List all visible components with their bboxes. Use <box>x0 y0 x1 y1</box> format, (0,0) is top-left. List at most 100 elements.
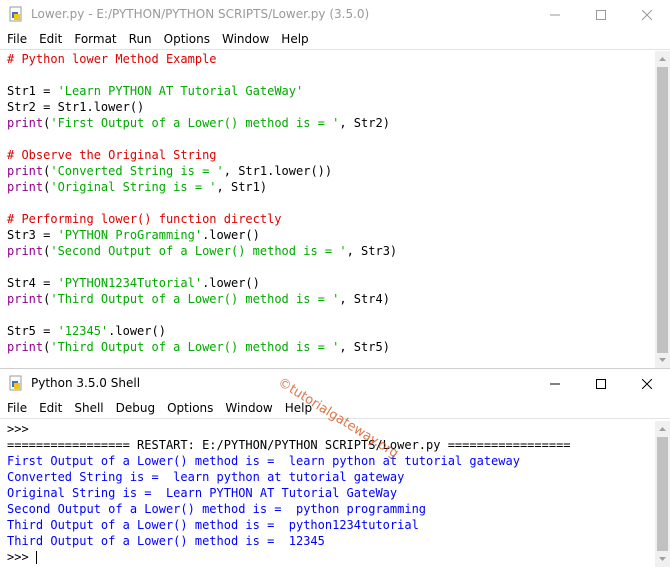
active-prompt-line[interactable]: >>> <box>0 549 655 565</box>
output-line: Converted String is = learn python at tu… <box>7 470 405 484</box>
close-button[interactable] <box>624 0 670 29</box>
editor-titlebar[interactable]: Lower.py - E:/PYTHON/PYTHON SCRIPTS/Lowe… <box>0 0 670 29</box>
code-token: 'First Output of a Lower() method is = ' <box>50 116 340 130</box>
code-line: Str2 = Str1.lower() <box>0 99 655 115</box>
editor-menu-help[interactable]: Help <box>275 32 314 46</box>
code-line: Str3 = 'PYTHON ProGramming'.lower() <box>0 227 655 243</box>
editor-menu-edit[interactable]: Edit <box>33 32 68 46</box>
scroll-up-arrow-icon[interactable] <box>655 421 670 436</box>
shell-minimize-button[interactable] <box>532 369 578 398</box>
code-token: Str1 = <box>7 84 58 98</box>
shell-menu-options[interactable]: Options <box>161 401 219 415</box>
code-token: , Str3) <box>346 244 398 258</box>
editor-title: Lower.py - E:/PYTHON/PYTHON SCRIPTS/Lowe… <box>31 7 370 21</box>
maximize-icon <box>596 378 606 389</box>
editor-menubar: File Edit Format Run Options Window Help <box>0 29 670 49</box>
close-icon <box>642 9 652 20</box>
code-token: .lower() <box>108 324 166 338</box>
code-token: 'Original String is = ' <box>50 180 217 194</box>
code-line: # Python lower Method Example <box>0 51 655 67</box>
code-line: print('Original String is = ', Str1) <box>0 179 655 195</box>
code-line: # Observe the Original String <box>0 147 655 163</box>
code-token: Str4 = <box>7 276 58 290</box>
shell-output[interactable]: >>> ================= RESTART: E:/PYTHON/… <box>0 421 655 567</box>
minimize-button[interactable] <box>532 0 578 29</box>
code-editor[interactable]: # Python lower Method Example Str1 = 'Lea… <box>0 51 655 368</box>
scroll-down-arrow-icon[interactable] <box>655 552 670 567</box>
python-file-icon <box>9 6 22 22</box>
output-line: Third Output of a Lower() method is = 12… <box>7 534 325 548</box>
editor-menu-run[interactable]: Run <box>123 32 158 46</box>
output-line: Second Output of a Lower() method is = p… <box>7 502 427 516</box>
editor-scrollbar[interactable] <box>655 51 670 368</box>
code-token: , Str5) <box>339 340 390 354</box>
prompt-line: >>> <box>7 422 29 436</box>
code-token: .lower() <box>202 228 260 242</box>
code-token: # Observe the Original String <box>7 148 217 162</box>
python-shell-icon <box>9 375 22 391</box>
shell-scrollbar[interactable] <box>655 421 670 567</box>
shell-menu-shell[interactable]: Shell <box>68 401 109 415</box>
shell-menu-debug[interactable]: Debug <box>110 401 161 415</box>
output-line: Third Output of a Lower() method is = py… <box>7 518 419 532</box>
code-line: # Performing lower() function directly <box>0 211 655 227</box>
code-token: , Str4) <box>339 292 390 306</box>
code-token: 'PYTHON ProGramming' <box>57 228 203 242</box>
shell-prompt: >>> <box>7 550 36 564</box>
code-token: print <box>7 180 44 194</box>
code-token: 'Converted String is = ' <box>50 164 224 178</box>
scroll-up-arrow-icon[interactable] <box>655 51 670 66</box>
code-token: Str3 = <box>7 228 58 242</box>
code-token: 'Second Output of a Lower() method is = … <box>50 244 347 258</box>
editor-menu-window[interactable]: Window <box>216 32 275 46</box>
shell-menu-edit[interactable]: Edit <box>33 401 68 415</box>
code-line: Str5 = '12345'.lower() <box>0 323 655 339</box>
shell-menu-file[interactable]: File <box>2 401 33 415</box>
editor-menu-options[interactable]: Options <box>158 32 216 46</box>
close-icon <box>642 378 652 389</box>
code-line: print('First Output of a Lower() method … <box>0 115 655 131</box>
code-token: # Python lower Method Example <box>7 52 217 66</box>
output-line: Original String is = Learn PYTHON AT Tut… <box>7 486 398 500</box>
scroll-down-arrow-icon[interactable] <box>655 353 670 368</box>
shell-menu-window[interactable]: Window <box>219 401 278 415</box>
editor-menu-format[interactable]: Format <box>68 32 122 46</box>
shell-maximize-button[interactable] <box>578 369 624 398</box>
code-token: print <box>7 116 44 130</box>
restart-banner: ================= RESTART: E:/PYTHON/PYT… <box>7 438 571 452</box>
code-token: Str2 = Str1.lower() <box>7 100 145 114</box>
code-token: 'Third Output of a Lower() method is = ' <box>50 340 340 354</box>
code-token: 'PYTHON1234Tutorial' <box>57 276 203 290</box>
minimize-icon <box>550 383 560 384</box>
code-token: .lower() <box>202 276 260 290</box>
shell-scroll-thumb[interactable] <box>657 437 668 551</box>
code-line: Str4 = 'PYTHON1234Tutorial'.lower() <box>0 275 655 291</box>
code-token: , Str1.lower()) <box>223 164 333 178</box>
shell-window: Python 3.5.0 Shell File Edit Shell Debug Opt… <box>0 368 670 567</box>
code-line: Str1 = 'Learn PYTHON AT Tutorial GateWay… <box>0 83 655 99</box>
editor-menu-divider <box>0 49 670 50</box>
code-token: print <box>7 292 44 306</box>
maximize-icon <box>596 9 606 20</box>
output-line: First Output of a Lower() method is = le… <box>7 454 520 468</box>
code-token: print <box>7 340 44 354</box>
text-cursor <box>35 551 37 564</box>
shell-title: Python 3.5.0 Shell <box>31 376 141 390</box>
code-token: 'Third Output of a Lower() method is = ' <box>50 292 340 306</box>
maximize-button[interactable] <box>578 0 624 29</box>
editor-scroll-thumb[interactable] <box>657 67 668 353</box>
code-token: 'Learn PYTHON AT Tutorial GateWay' <box>57 84 304 98</box>
minimize-icon <box>550 14 560 15</box>
shell-close-button[interactable] <box>624 369 670 398</box>
shell-titlebar[interactable]: Python 3.5.0 Shell <box>0 369 670 398</box>
code-token: print <box>7 164 44 178</box>
code-token: print <box>7 244 44 258</box>
editor-menu-file[interactable]: File <box>2 32 33 46</box>
code-token: # Performing lower() function directly <box>7 212 282 226</box>
code-token: , Str2) <box>339 116 390 130</box>
